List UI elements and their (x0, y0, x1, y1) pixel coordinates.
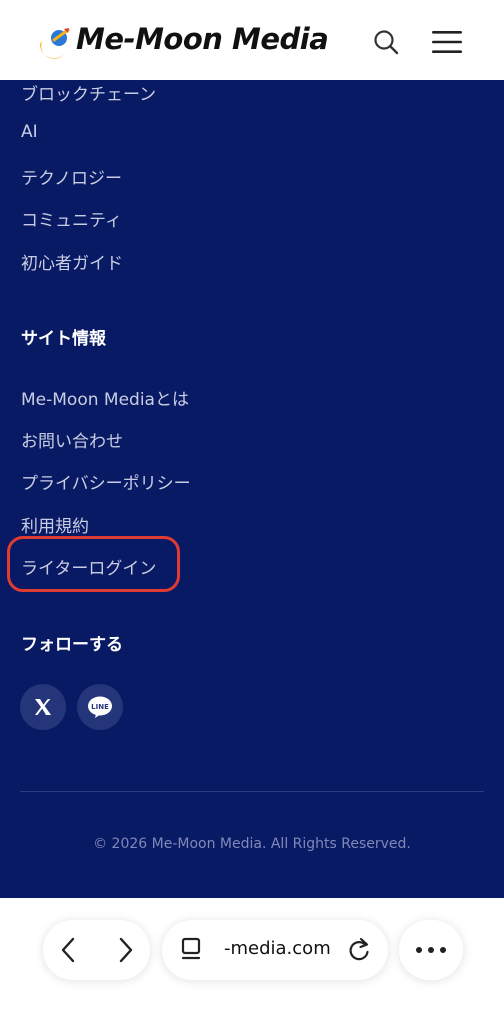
footer-link-contact[interactable]: お問い合わせ (21, 427, 123, 452)
forward-icon[interactable] (116, 936, 136, 964)
site-info-heading: サイト情報 (21, 329, 106, 349)
footer-link-beginner-guide[interactable]: 初心者ガイド (21, 249, 123, 274)
footer-link-writer-login[interactable]: ライターログイン (21, 554, 156, 579)
footer-link-privacy[interactable]: プライバシーポリシー (21, 469, 191, 494)
url-text[interactable]: -media.com (224, 938, 331, 959)
x-icon[interactable] (20, 684, 66, 730)
reload-icon[interactable] (346, 936, 372, 964)
hamburger-menu-icon[interactable] (430, 30, 464, 54)
follow-heading: フォローする (21, 635, 123, 655)
footer-link-ai[interactable]: AI (21, 122, 38, 142)
more-icon[interactable] (414, 944, 448, 956)
footer-link-technology[interactable]: テクノロジー (21, 164, 122, 189)
site-header: Me-Moon Media (0, 0, 504, 81)
footer-link-blockchain[interactable]: ブロックチェーン (21, 80, 156, 105)
tabs-icon[interactable] (180, 937, 204, 963)
line-icon[interactable]: LINE (77, 684, 123, 730)
site-logo[interactable]: Me-Moon Media (76, 22, 329, 56)
search-icon[interactable] (372, 28, 400, 56)
footer-divider (20, 791, 484, 792)
footer-link-about[interactable]: Me-Moon Mediaとは (21, 385, 189, 410)
footer-link-community[interactable]: コミュニティ (21, 206, 122, 231)
back-icon[interactable] (58, 936, 78, 964)
svg-text:LINE: LINE (91, 703, 109, 711)
copyright-text: © 2026 Me-Moon Media. All Rights Reserve… (93, 836, 411, 852)
logo-moon-icon (39, 28, 70, 59)
footer-link-terms[interactable]: 利用規約 (21, 512, 89, 537)
